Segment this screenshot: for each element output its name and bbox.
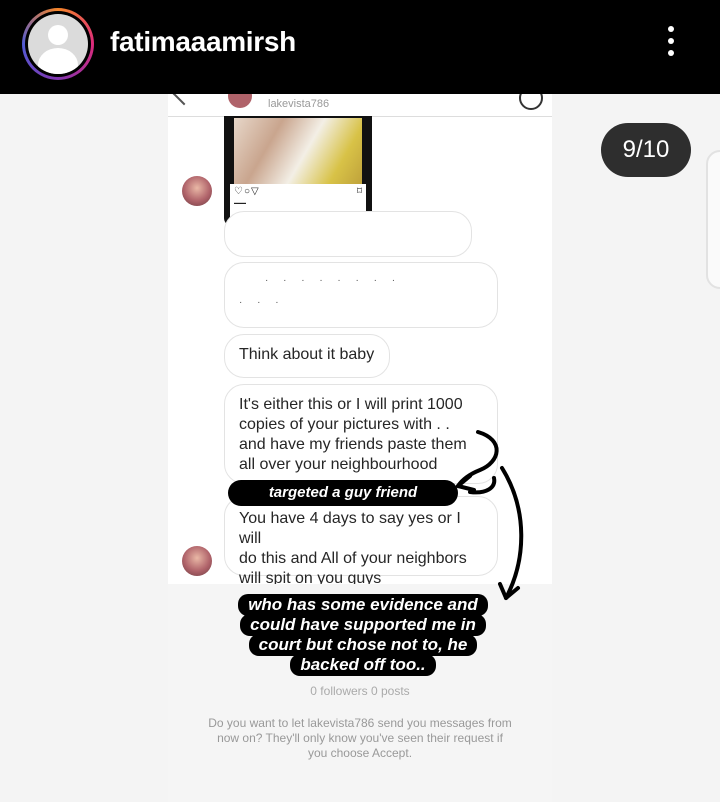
caption-line: who has some evidence and bbox=[238, 594, 488, 616]
back-arrow-icon bbox=[172, 94, 196, 106]
shared-post: ♡○▽ ⌑ ▬▬▬ bbox=[224, 116, 372, 226]
default-avatar-icon bbox=[28, 14, 88, 74]
annotation-tag: targeted a guy friend bbox=[228, 480, 458, 506]
image-counter-badge: 9/10 bbox=[601, 123, 691, 177]
message-bubble: It's either this or I will print 1000 co… bbox=[224, 384, 498, 484]
bookmark-icon: ⌑ bbox=[356, 186, 362, 197]
caption-line: court but chose not to, he bbox=[248, 634, 478, 656]
message-bubble-redacted: · · · · · · · · · · · bbox=[224, 262, 498, 328]
chat-header-name: lakevista786 bbox=[268, 98, 330, 110]
profile-avatar[interactable] bbox=[22, 8, 94, 80]
post-action-icons: ♡○▽ bbox=[234, 186, 260, 197]
post-likes: ▬▬▬ bbox=[234, 200, 246, 205]
dm-screenshot: lakevista786 ♡○▽ ⌑ ▬▬▬ · · · · · · · · ·… bbox=[168, 94, 552, 802]
message-request-text: Do you want to let lakevista786 send you… bbox=[208, 716, 512, 760]
side-panel-handle[interactable] bbox=[706, 150, 720, 289]
message-bubble: Think about it baby bbox=[224, 334, 390, 378]
message-bubble-redacted bbox=[224, 211, 472, 257]
info-icon bbox=[519, 94, 543, 110]
message-text: Think about it baby bbox=[239, 346, 375, 363]
caption-line: could have supported me in bbox=[240, 614, 486, 636]
message-text: You have 4 days to say yes or I will do … bbox=[239, 510, 467, 587]
sender-avatar bbox=[182, 546, 212, 576]
sender-avatar bbox=[182, 176, 212, 206]
caption-line: backed off too.. bbox=[290, 654, 436, 676]
message-text: It's either this or I will print 1000 co… bbox=[239, 396, 467, 473]
post-image bbox=[234, 118, 362, 184]
story-header: fatimaaamirsh bbox=[0, 0, 720, 94]
annotation-caption: who has some evidence and could have sup… bbox=[204, 594, 522, 690]
story-username[interactable]: fatimaaamirsh bbox=[110, 26, 296, 58]
more-vertical-icon[interactable] bbox=[660, 26, 682, 62]
chat-header-avatar bbox=[228, 94, 252, 108]
message-bubble: You have 4 days to say yes or I will do … bbox=[224, 496, 498, 587]
